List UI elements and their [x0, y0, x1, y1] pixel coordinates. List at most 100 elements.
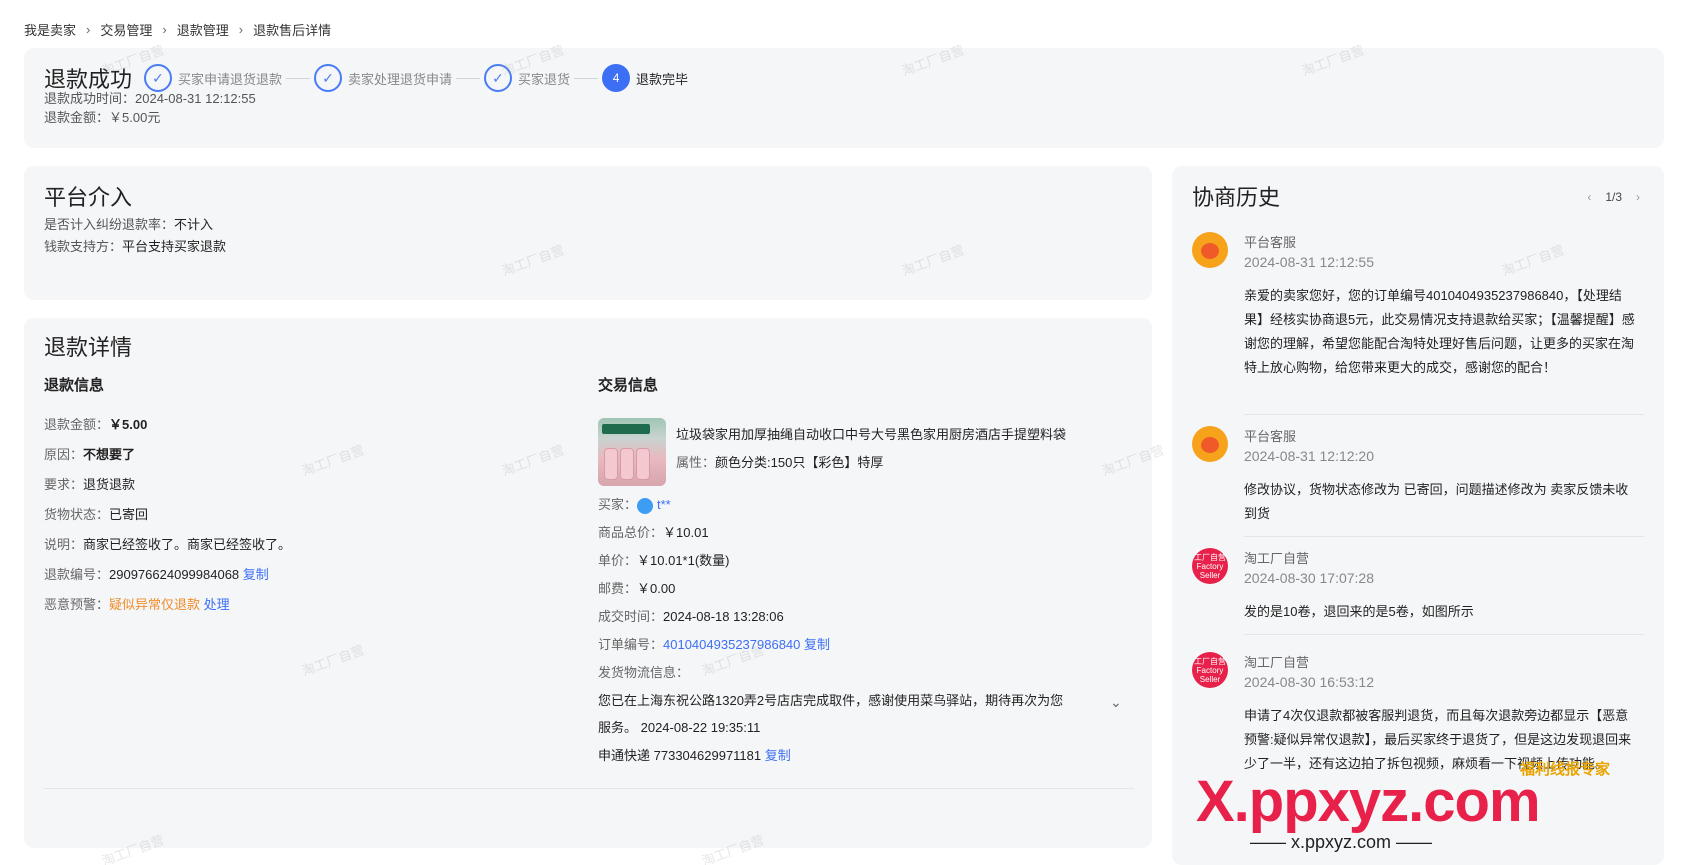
- shop-avatar: 工厂自营 Factory Seller: [1192, 548, 1228, 584]
- step-number-badge: 4: [602, 64, 631, 92]
- total-price-row: 商品总价：￥10.01: [598, 522, 709, 541]
- refund-info-title: 退款信息: [44, 377, 105, 394]
- refund-status-card: 退款成功 ✓ 买家申请退货退款 ✓ 卖家处理退货申请 ✓ 买家退货 4 退款完毕…: [24, 48, 1664, 148]
- breadcrumb-separator: ›: [162, 22, 167, 37]
- copy-order-number-button[interactable]: 复制: [804, 637, 830, 652]
- payment-support-label: 钱款支持方：: [44, 239, 123, 254]
- thumbnail-roll: [636, 448, 650, 480]
- message-body: 亲爱的卖家您好，您的订单编号4010404935237986840，【处理结果】…: [1244, 288, 1635, 375]
- breadcrumb-trade-management[interactable]: 交易管理: [100, 20, 152, 39]
- product-thumbnail[interactable]: [598, 418, 666, 486]
- unit-price-row: 单价：￥10.01*1(数量): [598, 550, 730, 569]
- product-attr-value: 颜色分类:150只【彩色】特厚: [715, 455, 884, 470]
- postage-label: 邮费：: [598, 581, 638, 596]
- refund-success-time-label: 退款成功时间：: [44, 91, 136, 106]
- buyer-row: 买家： t**: [598, 494, 671, 514]
- handle-warning-button[interactable]: 处理: [204, 597, 230, 612]
- total-price-value: ￥10.01: [663, 525, 709, 540]
- history-pager: ‹ 1/3 ›: [1587, 190, 1640, 204]
- step-label: 买家申请退货退款: [178, 71, 283, 87]
- check-icon: ✓: [314, 64, 343, 92]
- breadcrumb-refund-detail: 退款售后详情: [253, 23, 332, 38]
- product-attr-row: 属性：颜色分类:150只【彩色】特厚: [676, 452, 883, 471]
- total-price-label: 商品总价：: [598, 525, 664, 540]
- step-connector: [574, 77, 599, 79]
- goods-status-row: 货物状态：已寄回: [44, 504, 148, 523]
- refund-number-value: 290976624099984068: [109, 567, 240, 582]
- goods-status-value: 已寄回: [109, 507, 149, 522]
- logistics-line-2: 服务。 2024-08-22 19:35:11: [598, 720, 761, 735]
- negotiation-history-title: 协商历史: [1192, 185, 1281, 210]
- customer-service-avatar: [1192, 426, 1228, 462]
- malicious-warning-value: 疑似异常仅退款: [109, 597, 201, 612]
- message-sender: 淘工厂自营: [1244, 551, 1310, 566]
- copy-refund-number-button[interactable]: 复制: [243, 567, 269, 582]
- step-connector: [456, 77, 481, 79]
- trade-info-title: 交易信息: [598, 377, 659, 394]
- message-time: 2024-08-31 12:12:20: [1244, 448, 1374, 464]
- customer-service-avatar: [1192, 232, 1228, 268]
- message-time: 2024-08-30 16:53:12: [1244, 674, 1374, 690]
- refund-note-value: 商家已经签收了。商家已经签收了。: [83, 537, 292, 552]
- refund-number-row: 退款编号：290976624099984068 复制: [44, 564, 269, 583]
- product-name-link[interactable]: 垃圾袋家用加厚抽绳自动收口中号大号黑色家用厨房酒店手提塑料袋: [676, 424, 1066, 443]
- breadcrumb-seller[interactable]: 我是卖家: [24, 20, 76, 39]
- deal-time-label: 成交时间：: [598, 609, 664, 624]
- brand-overlay-logo: X.ppxyz.com: [1196, 769, 1541, 834]
- breadcrumb-separator: ›: [86, 22, 91, 37]
- refund-reason-row: 原因：不想要了: [44, 444, 135, 463]
- deal-time-value: 2024-08-18 13:28:06: [663, 609, 784, 624]
- logistics-label: 发货物流信息：: [598, 665, 690, 680]
- refund-note-row: 说明：商家已经签收了。商家已经签收了。: [44, 534, 291, 553]
- buyer-name-link[interactable]: t**: [657, 497, 671, 512]
- copy-express-number-button[interactable]: 复制: [765, 748, 791, 763]
- order-number-row: 订单编号：4010404935237986840 复制: [598, 634, 830, 653]
- dispute-rate-label: 是否计入纠纷退款率：: [44, 217, 175, 232]
- platform-intervention-card: 平台介入 是否计入纠纷退款率：不计入 钱款支持方：平台支持买家退款: [24, 166, 1152, 300]
- buyer-label: 买家：: [598, 497, 638, 512]
- express-company: 申通快递: [598, 748, 651, 763]
- next-page-icon[interactable]: ›: [1636, 190, 1640, 204]
- postage-value: ￥0.00: [637, 581, 676, 596]
- express-row: 申通快递 773304629971181 复制: [598, 745, 791, 764]
- breadcrumb-separator: ›: [238, 22, 244, 37]
- shop-avatar: 工厂自营 Factory Seller: [1192, 652, 1228, 688]
- message-sender: 平台客服: [1244, 235, 1297, 250]
- refund-request-label: 要求：: [44, 477, 84, 492]
- step-seller-handle: ✓ 卖家处理退货申请: [314, 64, 484, 92]
- refund-reason-label: 原因：: [44, 447, 84, 462]
- prev-page-icon[interactable]: ‹: [1587, 190, 1591, 204]
- refund-request-value: 退货退款: [83, 477, 136, 492]
- unit-price-value: ￥10.01*1(数量): [637, 553, 730, 568]
- message-time: 2024-08-31 12:12:55: [1244, 254, 1374, 270]
- message-divider: [1244, 536, 1644, 537]
- page-indicator: 1/3: [1605, 190, 1622, 204]
- brand-overlay-url: —— x.ppxyz.com ——: [1250, 832, 1433, 852]
- check-icon: ✓: [484, 64, 513, 92]
- message-divider: [1244, 634, 1644, 635]
- step-label: 卖家处理退货申请: [348, 71, 453, 87]
- order-number-link[interactable]: 4010404935237986840: [663, 637, 800, 652]
- message-body: 发的是10卷，退回来的是5卷，如图所示: [1244, 604, 1474, 619]
- thumbnail-roll: [604, 448, 618, 480]
- malicious-warning-label: 恶意预警：: [44, 597, 110, 612]
- refund-amount-label: 退款金额：: [44, 417, 110, 432]
- chevron-down-icon[interactable]: ⌄: [1110, 694, 1122, 711]
- message-body: 修改协议，货物状态修改为 已寄回，问题描述修改为 卖家反馈未收到货: [1244, 482, 1629, 521]
- breadcrumb-refund-management[interactable]: 退款管理: [177, 20, 229, 39]
- refund-amount-summary-label: 退款金额：: [44, 110, 110, 125]
- step-label: 退款完毕: [636, 71, 689, 87]
- malicious-warning-row: 恶意预警：疑似异常仅退款 处理: [44, 594, 230, 613]
- buyer-avatar: [637, 497, 654, 514]
- step-buyer-return: ✓ 买家退货: [484, 64, 602, 92]
- express-number: 773304629971181: [653, 748, 762, 763]
- refund-detail-title: 退款详情: [44, 335, 133, 360]
- dispute-rate-value: 不计入: [174, 217, 214, 232]
- refund-amount-row: 退款金额：￥5.00: [44, 414, 147, 433]
- message-time: 2024-08-30 17:07:28: [1244, 570, 1374, 586]
- section-divider: [44, 788, 1134, 789]
- order-number-label: 订单编号：: [598, 637, 664, 652]
- postage-row: 邮费：￥0.00: [598, 578, 675, 597]
- refund-success-time-value: 2024-08-31 12:12:55: [135, 91, 256, 106]
- step-connector: [286, 77, 311, 79]
